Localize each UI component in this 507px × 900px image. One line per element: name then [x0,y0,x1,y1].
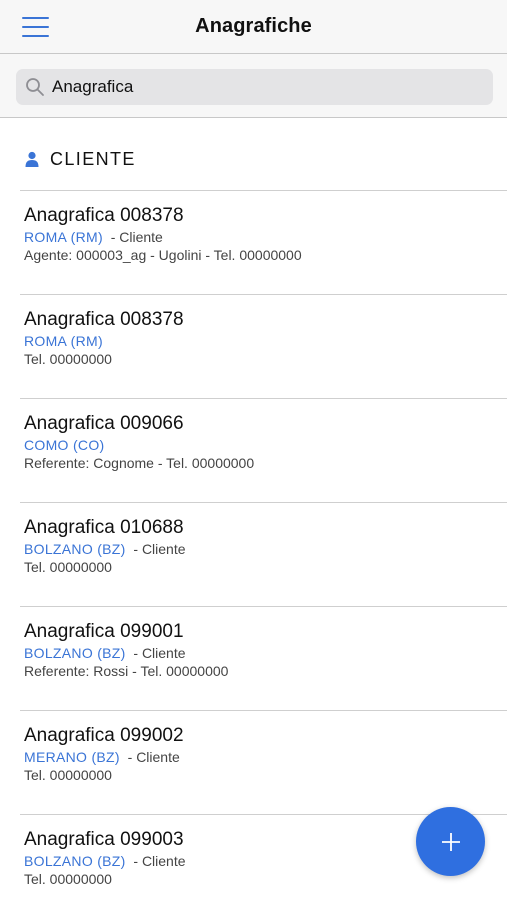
person-icon [25,151,39,167]
item-city: BOLZANO (BZ) [24,541,126,557]
item-city: ROMA (RM) [24,229,103,245]
item-detail: Tel. 00000000 [24,767,112,783]
item-detail: Tel. 00000000 [24,351,112,367]
client-list: Anagrafica 008378 ROMA (RM) - Cliente Ag… [20,190,507,900]
list-item[interactable]: Anagrafica 008378 ROMA (RM) Tel. 0000000… [20,294,507,398]
search-input[interactable] [52,77,472,97]
item-name: Anagrafica 008378 [24,205,184,226]
item-city: BOLZANO (BZ) [24,853,126,869]
search-bar[interactable] [16,69,493,105]
list-item[interactable]: Anagrafica 099002 MERANO (BZ) - Cliente … [20,710,507,814]
item-detail: Referente: Rossi - Tel. 00000000 [24,663,229,679]
search-bar-container [0,54,507,118]
plus-icon [441,832,460,851]
item-city: COMO (CO) [24,437,105,453]
item-detail: Referente: Cognome - Tel. 00000000 [24,455,255,471]
item-type: - Cliente [133,853,186,869]
hamburger-menu-icon[interactable] [22,17,49,37]
list-item[interactable]: Anagrafica 010688 BOLZANO (BZ) - Cliente… [20,502,507,606]
item-name: Anagrafica 009066 [24,413,184,434]
item-type: - Cliente [110,229,163,245]
item-name: Anagrafica 099001 [24,621,184,642]
item-name: Anagrafica 008378 [24,309,184,330]
item-city: BOLZANO (BZ) [24,645,126,661]
nav-bar: Anagrafiche [0,0,507,54]
item-name: Anagrafica 099002 [24,725,184,746]
item-type: - Cliente [133,541,186,557]
add-button[interactable] [416,807,485,876]
page-title: Anagrafiche [195,15,312,37]
section-header: CLIENTE [24,146,136,172]
item-detail: Agente: 000003_ag - Ugolini - Tel. 00000… [24,247,302,263]
item-detail: Tel. 00000000 [24,559,112,575]
item-type: - Cliente [133,645,186,661]
item-type: - Cliente [127,749,180,765]
search-icon [26,78,44,96]
item-detail: Tel. 00000000 [24,871,112,887]
list-item[interactable]: Anagrafica 008378 ROMA (RM) - Cliente Ag… [20,190,507,294]
list-item[interactable]: Anagrafica 099001 BOLZANO (BZ) - Cliente… [20,606,507,710]
section-title: CLIENTE [50,148,136,169]
item-city: MERANO (BZ) [24,749,120,765]
item-city: ROMA (RM) [24,333,103,349]
item-name: Anagrafica 010688 [24,517,184,538]
list-item[interactable]: Anagrafica 009066 COMO (CO) Referente: C… [20,398,507,502]
